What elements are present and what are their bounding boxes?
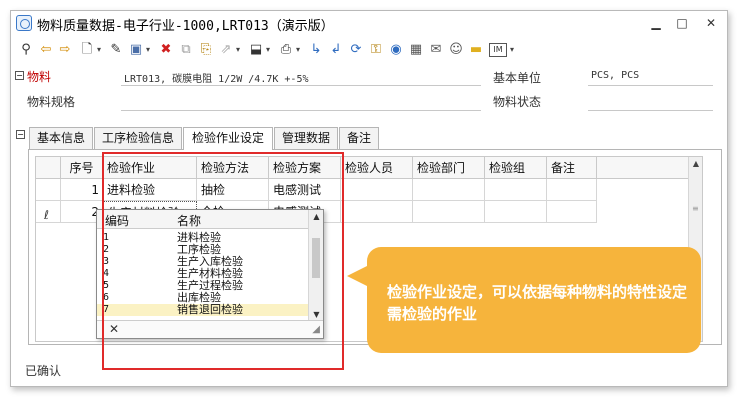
attach-icon[interactable]: ⎘ <box>197 41 215 59</box>
column-header[interactable]: 检验组 <box>485 157 547 179</box>
link-dropdown-icon[interactable]: ▾ <box>236 41 243 59</box>
tab-process-inspection[interactable]: 工序检验信息 <box>94 127 182 149</box>
save-icon[interactable]: ▣ <box>127 41 145 59</box>
scroll-up-icon[interactable]: ▲ <box>689 157 702 171</box>
lock-icon[interactable]: ⚿ <box>367 41 385 59</box>
minimize-icon[interactable]: ▁ <box>645 13 667 33</box>
column-header[interactable]: 检验方法 <box>197 157 269 179</box>
new-dropdown-icon[interactable]: ▾ <box>97 41 104 59</box>
row-indicator: ℓ <box>36 201 61 223</box>
callout-pointer <box>347 265 369 287</box>
department-cell[interactable] <box>413 179 485 201</box>
inspection-job-dropdown[interactable]: 编码 名称 1 进料检验 2 工序检验 3 生产入库检验 4 生产材料检验 5 生产过程检… <box>96 209 324 339</box>
column-header[interactable]: 序号 <box>61 157 103 179</box>
save-dropdown-icon[interactable]: ▾ <box>146 41 153 59</box>
column-header[interactable]: 检验部门 <box>413 157 485 179</box>
seq-cell[interactable]: 1 <box>61 179 103 201</box>
delete-icon[interactable]: ✖ <box>157 41 175 59</box>
link-icon[interactable]: ⇗ <box>217 41 235 59</box>
edit-icon[interactable]: ✎ <box>107 41 125 59</box>
tab-inspection-job[interactable]: 检验作业设定 <box>183 127 273 150</box>
callout-bubble: 检验作业设定，可以依据每种物料的特性设定需检验的作业 <box>367 247 701 353</box>
chat-icon[interactable]: ☺ <box>447 41 465 59</box>
dropdown-code-header: 编码 <box>105 214 130 228</box>
mail-icon[interactable]: ✉ <box>427 41 445 59</box>
toolbar: ⚲ ⇦ ⇨ 🗋 ▾ ✎ ▣ ▾ ✖ ⧉ ⎘ ⇗ ▾ ⬓ ▾ ⎙ ▾ ↳ ↲ ⟳ … <box>11 37 727 63</box>
refresh-icon[interactable]: ⟳ <box>347 41 365 59</box>
dropdown-name-header: 名称 <box>177 214 202 228</box>
maximize-icon[interactable]: □ <box>671 13 693 33</box>
base-unit-field[interactable]: PCS, PCS <box>591 70 639 81</box>
tab-management[interactable]: 管理数据 <box>274 127 338 149</box>
header-collapse-button[interactable]: − <box>15 71 24 80</box>
print-icon[interactable]: ⎙ <box>277 41 295 59</box>
material-field-underline <box>121 85 481 86</box>
column-header[interactable]: 备注 <box>547 157 597 179</box>
notes-cell[interactable] <box>547 179 597 201</box>
pencil-icon: ℓ <box>44 208 49 222</box>
column-header[interactable]: 检验方案 <box>269 157 341 179</box>
flow-icon[interactable]: ↳ <box>307 41 325 59</box>
method-cell[interactable]: 抽检 <box>197 179 269 201</box>
group-cell[interactable] <box>485 201 547 223</box>
close-icon[interactable]: ✕ <box>700 13 722 33</box>
titlebar: 物料质量数据-电子行业-1000,LRT013（演示版） ▁ □ ✕ <box>11 11 727 35</box>
search-icon[interactable]: ⚲ <box>17 41 35 59</box>
next-icon[interactable]: ⇨ <box>56 41 74 59</box>
column-header[interactable]: 检验人员 <box>341 157 413 179</box>
material-label: 物料 <box>27 70 52 84</box>
im-icon[interactable]: IM <box>489 43 507 57</box>
flow-back-icon[interactable]: ↲ <box>327 41 345 59</box>
job-cell[interactable]: 进料检验 <box>103 179 197 201</box>
material-field[interactable]: LRT013, 碳膜电阻 1/2W /4.7K +-5% <box>124 70 309 85</box>
print-dropdown-icon[interactable]: ▾ <box>296 41 303 59</box>
folder-icon[interactable]: ▬ <box>467 41 485 59</box>
tab-basic-info[interactable]: 基本信息 <box>29 127 93 149</box>
spec-label: 物料规格 <box>27 95 76 109</box>
import-icon[interactable]: ⬓ <box>247 41 265 59</box>
scroll-thumb[interactable] <box>312 238 320 278</box>
row-indicator-header <box>36 157 61 179</box>
table-row[interactable]: 1 进料检验 抽检 电感测试 <box>36 179 702 201</box>
im-dropdown-icon[interactable]: ▾ <box>510 41 517 59</box>
column-header[interactable]: 检验作业 <box>103 157 197 179</box>
report-icon[interactable]: ◉ <box>387 41 405 59</box>
detail-collapse-button[interactable]: − <box>16 130 25 139</box>
grid-header: 序号 检验作业 检验方法 检验方案 检验人员 检验部门 检验组 备注 <box>36 157 702 179</box>
calculator-icon[interactable]: ▦ <box>407 41 425 59</box>
dropdown-scrollbar[interactable]: ▲ ▼ <box>308 210 323 322</box>
new-document-icon[interactable]: 🗋 <box>78 41 96 59</box>
status-field-underline <box>588 110 713 111</box>
scroll-up-icon[interactable]: ▲ <box>309 210 324 224</box>
base-unit-label: 基本单位 <box>493 71 542 85</box>
import-dropdown-icon[interactable]: ▾ <box>266 41 273 59</box>
spec-field-underline <box>121 110 481 111</box>
plan-cell[interactable]: 电感测试 <box>269 179 341 201</box>
group-cell[interactable] <box>485 179 547 201</box>
scroll-grip-icon[interactable]: ≡ <box>692 205 700 213</box>
tab-notes[interactable]: 备注 <box>339 127 379 149</box>
close-icon[interactable]: ✕ <box>109 322 119 336</box>
window-title: 物料质量数据-电子行业-1000,LRT013（演示版） <box>37 19 334 34</box>
dropdown-option-selected[interactable]: 7 销售退回检验 <box>97 304 309 316</box>
inspector-cell[interactable] <box>341 201 413 223</box>
row-indicator <box>36 179 61 201</box>
dropdown-header: 编码 名称 <box>97 210 323 229</box>
app-icon <box>16 15 32 31</box>
resize-grip-icon[interactable]: ◢ <box>312 324 320 335</box>
status-text: 已确认 <box>25 364 62 378</box>
copy-icon[interactable]: ⧉ <box>177 41 195 59</box>
callout-text: 检验作业设定，可以依据每种物料的特性设定需检验的作业 <box>387 283 688 323</box>
status-label: 物料状态 <box>493 95 542 109</box>
notes-cell[interactable] <box>547 201 597 223</box>
prev-icon[interactable]: ⇦ <box>37 41 55 59</box>
inspector-cell[interactable] <box>341 179 413 201</box>
department-cell[interactable] <box>413 201 485 223</box>
dropdown-footer: ✕ ◢ <box>97 320 323 338</box>
base-unit-underline <box>588 85 713 86</box>
